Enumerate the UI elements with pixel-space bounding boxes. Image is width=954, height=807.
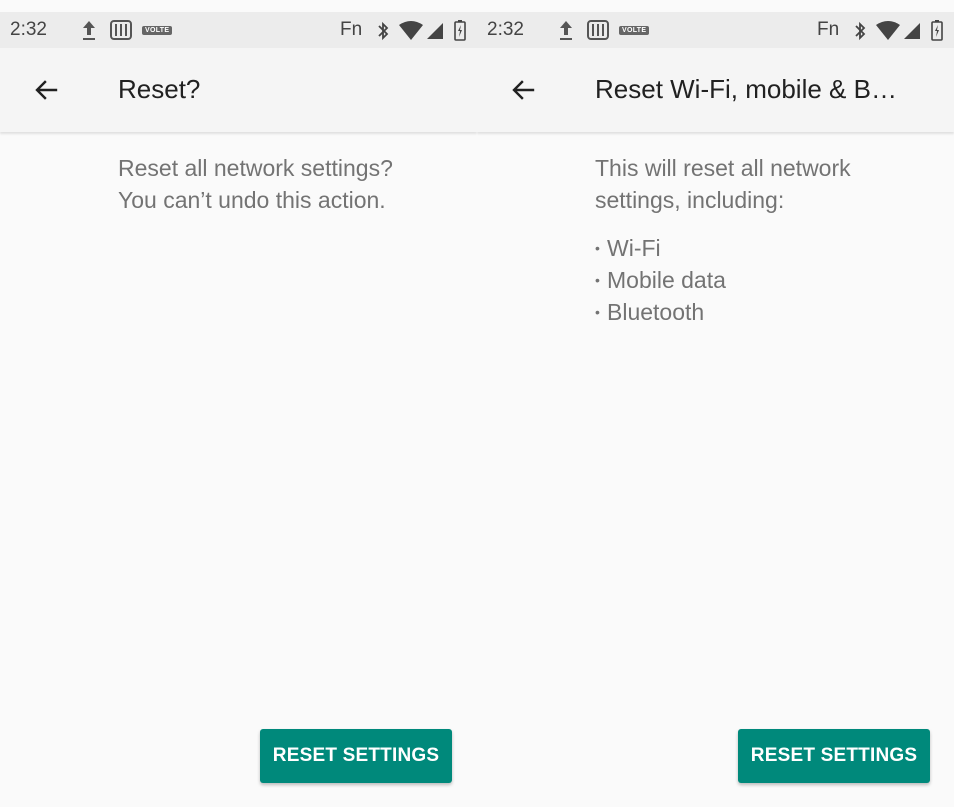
bullet-dot: • bbox=[595, 272, 600, 288]
reset-network-screen: 2:32 VOLTE Fn Reset Wi-Fi, mobile & B… T… bbox=[477, 0, 954, 807]
description-line-1: Reset all network settings? bbox=[118, 155, 393, 181]
app-bar: Reset Wi-Fi, mobile & B… bbox=[477, 48, 954, 132]
list-item-label: Mobile data bbox=[607, 267, 726, 293]
sim-icon bbox=[587, 20, 609, 40]
list-item-label: Bluetooth bbox=[607, 299, 705, 325]
status-fn: Fn bbox=[817, 19, 840, 40]
bluetooth-icon bbox=[855, 21, 866, 41]
page-title: Reset Wi-Fi, mobile & B… bbox=[595, 74, 897, 104]
description-line-2: You can’t undo this action. bbox=[118, 187, 386, 213]
list-item-label: Wi-Fi bbox=[607, 235, 661, 261]
battery-icon bbox=[931, 20, 943, 41]
status-fn: Fn bbox=[340, 19, 363, 40]
back-arrow-icon[interactable] bbox=[507, 74, 539, 106]
app-bar: Reset? bbox=[0, 48, 477, 132]
volte-icon: VOLTE bbox=[142, 26, 173, 35]
wifi-icon bbox=[399, 21, 423, 40]
battery-icon bbox=[454, 20, 466, 41]
bullet-dot: • bbox=[595, 304, 600, 320]
reset-settings-button[interactable]: RESET SETTINGS bbox=[260, 729, 452, 783]
status-bar: 2:32 VOLTE Fn bbox=[0, 12, 477, 48]
upload-icon bbox=[83, 21, 95, 40]
bullet-dot: • bbox=[595, 240, 600, 256]
list-item: • Mobile data bbox=[595, 264, 940, 296]
cell-signal-icon bbox=[427, 23, 443, 39]
screenshot-stage: 2:32 VOLTE Fn Reset? Reset all network s… bbox=[0, 0, 954, 807]
reset-description: This will reset all network settings, in… bbox=[595, 152, 940, 328]
reset-items-list: • Wi-Fi • Mobile data • Bluetooth bbox=[595, 232, 940, 328]
reset-description: Reset all network settings? You can’t un… bbox=[118, 152, 463, 216]
description-line-1: This will reset all network bbox=[595, 155, 851, 181]
cell-signal-icon bbox=[904, 23, 920, 39]
wifi-icon bbox=[876, 21, 900, 40]
sim-icon bbox=[110, 20, 132, 40]
status-time: 2:32 bbox=[10, 19, 47, 40]
list-item: • Bluetooth bbox=[595, 296, 940, 328]
reset-settings-button[interactable]: RESET SETTINGS bbox=[738, 729, 930, 783]
description-line-2: settings, including: bbox=[595, 187, 785, 213]
page-title: Reset? bbox=[118, 74, 201, 104]
list-item: • Wi-Fi bbox=[595, 232, 940, 264]
bluetooth-icon bbox=[378, 21, 389, 41]
back-arrow-icon[interactable] bbox=[30, 74, 62, 106]
upload-icon bbox=[560, 21, 572, 40]
reset-confirm-screen: 2:32 VOLTE Fn Reset? Reset all network s… bbox=[0, 0, 477, 807]
volte-icon: VOLTE bbox=[619, 26, 650, 35]
status-bar: 2:32 VOLTE Fn bbox=[477, 12, 954, 48]
status-time: 2:32 bbox=[487, 19, 524, 40]
